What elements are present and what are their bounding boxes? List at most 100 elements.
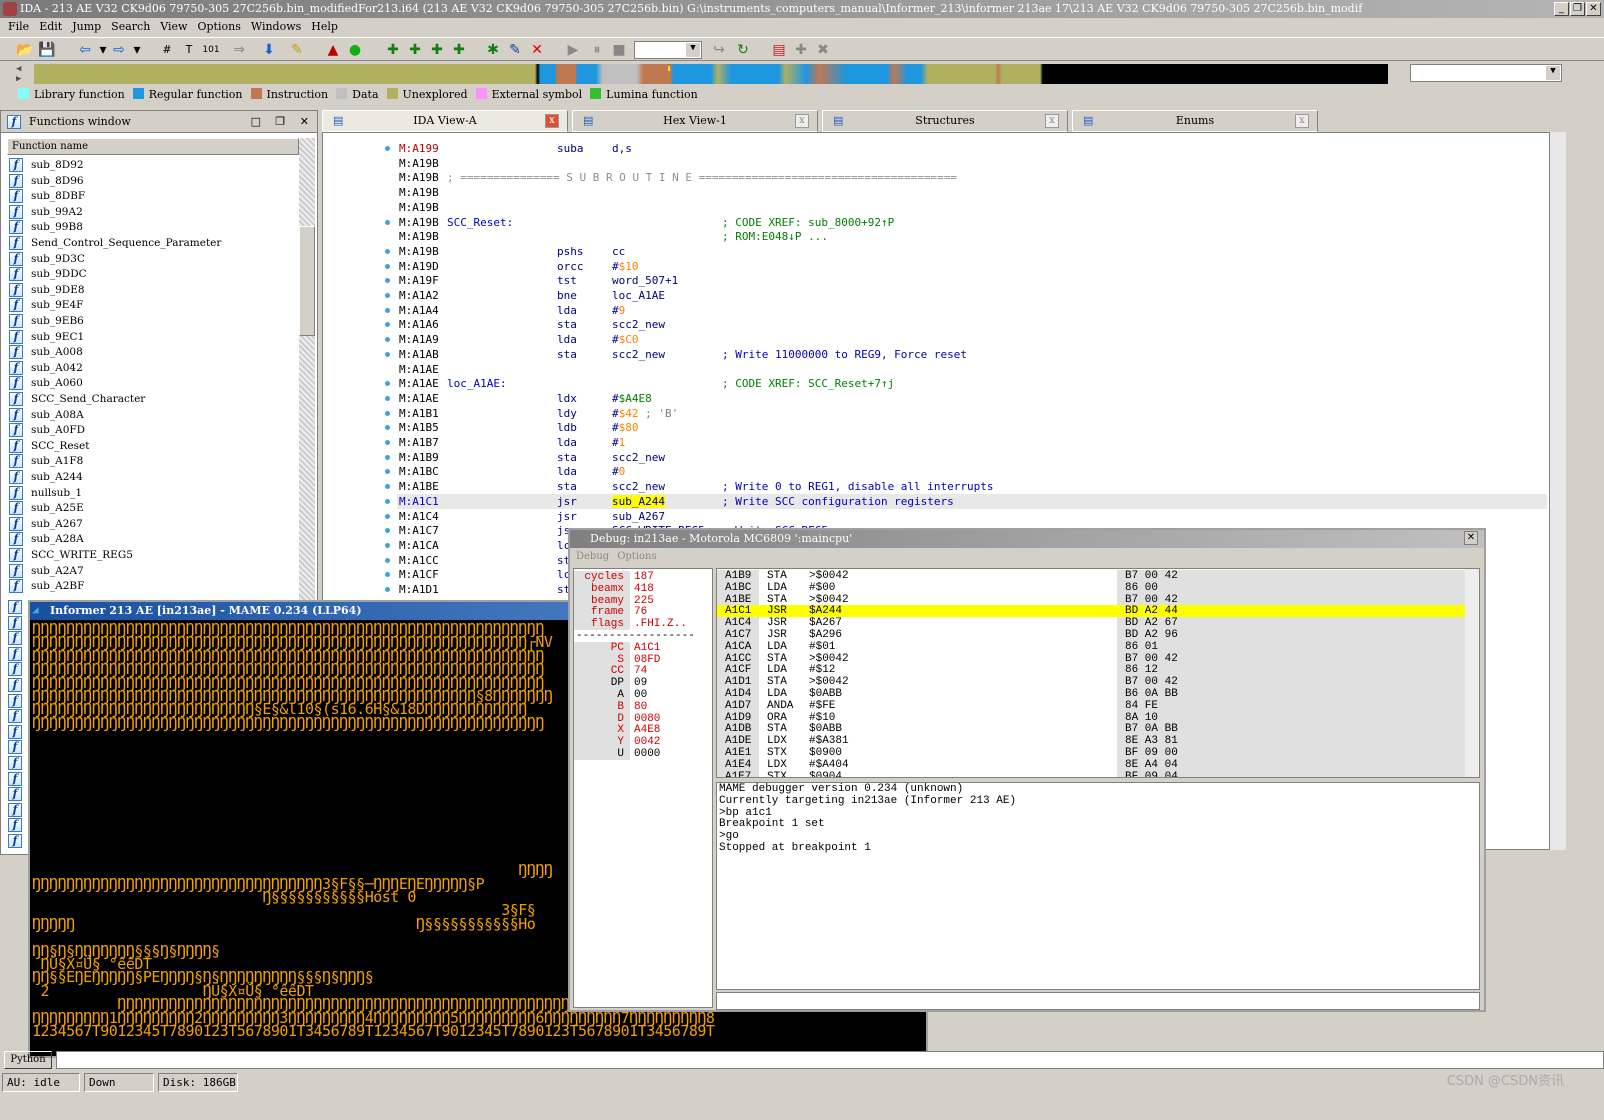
disasm-row[interactable]: A1DE LDX #$A381 8E A3 81 [717, 735, 1465, 748]
operand[interactable]: #$42 ; 'B' [612, 406, 678, 421]
operand[interactable]: #$C0 [612, 332, 639, 347]
code-line[interactable]: M:A19B ; =============== S U B R O U T I … [397, 170, 1547, 185]
code-line[interactable]: M:A1C1 jsr sub_A244 ; Write SCC configurati… [397, 493, 1547, 509]
function-row[interactable]: f [8, 802, 30, 818]
debugger-close-button[interactable]: ✕ [1464, 531, 1478, 545]
function-row[interactable]: f sub_9EC1 [9, 329, 84, 345]
function-row[interactable]: f [8, 646, 30, 662]
breakpoint-dot-icon[interactable] [385, 219, 390, 225]
delete-watch-icon[interactable]: ✖ [814, 41, 832, 59]
disasm-row[interactable]: A1D7 ANDA #$FE 84 FE [717, 699, 1465, 712]
operand[interactable]: scc2_new [612, 450, 665, 465]
stop-icon[interactable]: ■ [610, 41, 628, 59]
navigation-band[interactable] [34, 64, 1388, 84]
breakpoints-icon[interactable]: ▤ [770, 41, 788, 59]
disasm-row[interactable]: A1D1 STA >$0042 B7 00 42 [717, 676, 1465, 689]
function-row[interactable]: f [8, 755, 30, 771]
function-row[interactable]: f sub_99B8 [9, 219, 83, 235]
disasm-row[interactable]: A1C4 JSR $A267 BD A2 67 [717, 617, 1465, 630]
menu-options[interactable]: Options [197, 20, 240, 33]
breakpoint-dot-icon[interactable] [385, 557, 390, 563]
operand[interactable]: #1 [612, 435, 625, 450]
make-data-icon[interactable]: ✚ [406, 41, 424, 59]
breakpoint-dot-icon[interactable] [385, 278, 390, 284]
code-line[interactable]: M:A1AE [397, 362, 1547, 377]
close-button[interactable]: ✕ [1586, 2, 1601, 16]
make-code-icon[interactable]: ✚ [384, 41, 402, 59]
restore-button[interactable]: ❐ [1570, 2, 1585, 16]
function-row[interactable]: f [8, 833, 30, 849]
disasm-row[interactable]: A1C7 JSR $A296 BD A2 96 [717, 629, 1465, 641]
tab-close-icon[interactable]: x [545, 114, 559, 128]
function-row[interactable]: f sub_8D96 [9, 173, 84, 189]
undefine-icon[interactable]: ✕ [528, 41, 546, 59]
code-line[interactable]: M:A19F tst word_507+1 [397, 273, 1547, 288]
code-line[interactable]: M:A1A2 bne loc_A1AE [397, 288, 1547, 303]
menu-file[interactable]: File [8, 20, 29, 33]
code-line[interactable]: M:A1BC lda #0 [397, 464, 1547, 479]
float-pane-icon[interactable]: ❐ [275, 111, 285, 133]
operand[interactable]: word_507+1 [612, 273, 678, 288]
disasm-row[interactable]: A1CA LDA #$01 86 01 [717, 640, 1465, 653]
code-line[interactable]: M:A19B [397, 156, 1547, 171]
function-row[interactable]: f [8, 693, 30, 709]
operand[interactable]: #9 [612, 303, 625, 318]
operand[interactable]: #$10 [612, 259, 639, 274]
operand[interactable]: #$A4E8 [612, 391, 652, 406]
python-button[interactable]: Python [4, 1051, 52, 1069]
breakpoint-dot-icon[interactable] [385, 248, 390, 254]
mame-debugger-window[interactable]: Debug: in213ae - Motorola MC6809 ':mainc… [568, 528, 1486, 1012]
breakpoint-dot-icon[interactable] [385, 307, 390, 313]
operand[interactable]: scc2_new [612, 347, 665, 362]
code-line[interactable]: M:A1C4 jsr sub_A267 [397, 509, 1547, 524]
disassembly-panel[interactable]: A1B9 STA >$0042 B7 00 42 A1BC LDA #$00 86 00 A1B… [716, 568, 1480, 778]
function-row[interactable]: f sub_A2A7 [9, 563, 84, 579]
function-row[interactable]: f SCC_Send_Character [9, 391, 145, 407]
operand[interactable]: scc2_new [612, 479, 665, 494]
function-row[interactable]: f [8, 817, 30, 833]
function-row[interactable]: f [8, 615, 30, 631]
search-next-icon[interactable]: ⇒ [230, 41, 248, 59]
function-row[interactable]: f sub_A008 [9, 344, 83, 360]
function-row[interactable]: f sub_A2BF [9, 578, 84, 594]
operand[interactable]: #$80 [612, 420, 639, 435]
debugger-select[interactable]: ▼ [634, 41, 702, 59]
debug-command-input[interactable] [716, 992, 1480, 1010]
operand[interactable]: sub_A244 [612, 494, 665, 509]
disasm-row[interactable]: A1BC LDA #$00 86 00 [717, 581, 1465, 594]
breakpoint-dot-icon[interactable] [385, 322, 390, 328]
function-row[interactable]: f sub_A1F8 [9, 453, 83, 469]
function-row[interactable]: f SCC_Reset [9, 438, 89, 454]
code-line[interactable]: M:A199 suba d,s [397, 141, 1547, 156]
code-line[interactable]: M:A1B5 ldb #$80 [397, 420, 1547, 435]
function-row[interactable]: f sub_8D92 [9, 157, 84, 173]
operand-highlighted[interactable]: sub_A244 [612, 494, 665, 508]
code-line[interactable]: M:A1BE sta scc2_new ; Write 0 to REG1, disa… [397, 479, 1547, 494]
disasm-row[interactable]: A1DB STA $0ABB B7 0A BB [717, 723, 1465, 736]
operand[interactable]: #0 [612, 464, 625, 479]
mark-icon[interactable]: ✎ [288, 41, 306, 59]
function-row[interactable]: f [8, 677, 30, 693]
function-row[interactable]: f sub_A25E [9, 500, 84, 516]
menu-jump[interactable]: Jump [72, 20, 101, 33]
code-line[interactable]: M:A19B ; ROM:E048↓P ... [397, 229, 1547, 244]
back-icon[interactable]: ⇦ [76, 41, 94, 59]
search-hex-icon[interactable]: # [158, 41, 176, 59]
edit-icon[interactable]: ✎ [506, 41, 524, 59]
breakpoint-dot-icon[interactable] [385, 587, 390, 592]
open-icon[interactable]: 📂 [16, 41, 34, 59]
function-row[interactable]: f [8, 708, 30, 724]
disasm-row[interactable]: A1E4 LDX #$A404 8E A4 04 [717, 758, 1465, 771]
code-line[interactable]: M:A1A4 lda #9 [397, 303, 1547, 318]
code-line[interactable]: M:A19B pshs cc [397, 244, 1547, 259]
debugger-menu-options[interactable]: Options [617, 551, 656, 562]
function-row[interactable]: f SCC_WRITE_REG5 [9, 547, 133, 563]
function-row[interactable]: f sub_9DDC [9, 266, 87, 282]
forward-icon[interactable]: ⇨ [110, 41, 128, 59]
breakpoint-dot-icon[interactable] [385, 542, 390, 548]
function-row[interactable]: f sub_9EB6 [9, 313, 84, 329]
code-line[interactable]: M:A1B9 sta scc2_new [397, 450, 1547, 465]
code-line[interactable]: M:A1AE loc_A1AE: ; CODE XREF: SCC_Reset+7↑… [397, 376, 1547, 391]
save-icon[interactable]: 💾 [38, 41, 56, 59]
breakpoint-dot-icon[interactable] [385, 528, 390, 534]
